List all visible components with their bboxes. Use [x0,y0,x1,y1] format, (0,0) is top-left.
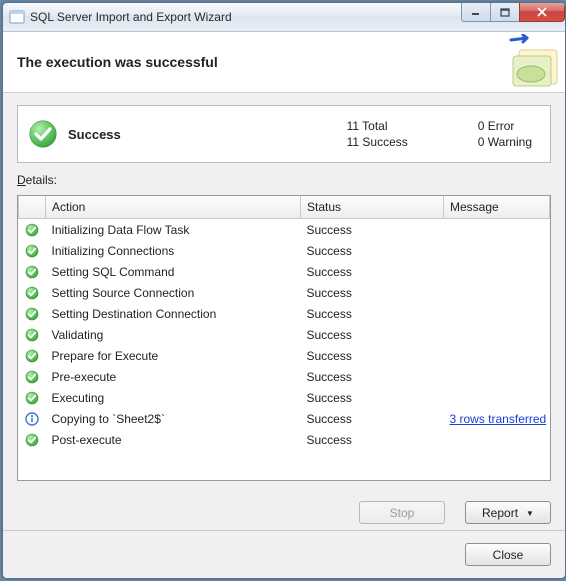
cell-status: Success [301,261,444,282]
info-icon [19,408,46,429]
cell-message [444,366,550,387]
cell-action: Validating [46,324,301,345]
cell-action: Setting Destination Connection [46,303,301,324]
table-row[interactable]: Prepare for ExecuteSuccess [19,345,550,366]
table-row[interactable]: ExecutingSuccess [19,387,550,408]
page-title: The execution was successful [17,54,218,70]
cell-status: Success [301,324,444,345]
cell-action: Initializing Data Flow Task [46,219,301,241]
cell-message [444,240,550,261]
cell-message [444,429,550,450]
table-row[interactable]: Initializing Data Flow TaskSuccess [19,219,550,241]
count-success: 11 Success [347,135,408,149]
minimize-button[interactable] [461,3,491,22]
count-total: 11 Total [347,119,408,133]
window-title: SQL Server Import and Export Wizard [30,10,232,24]
table-row[interactable]: Setting Destination ConnectionSuccess [19,303,550,324]
cell-status: Success [301,303,444,324]
cell-action: Setting SQL Command [46,261,301,282]
app-icon [9,9,25,25]
success-icon [19,261,46,282]
cell-action: Copying to `Sheet2$` [46,408,301,429]
action-buttons: Stop Report▼ [3,491,565,530]
wizard-window: SQL Server Import and Export Wizard The … [2,2,566,579]
count-error: 0 Error [478,119,532,133]
success-icon [19,345,46,366]
table-row[interactable]: Setting Source ConnectionSuccess [19,282,550,303]
header-area: The execution was successful [3,32,565,93]
cell-status: Success [301,429,444,450]
cell-action: Prepare for Execute [46,345,301,366]
cell-action: Executing [46,387,301,408]
cell-status: Success [301,345,444,366]
cell-status: Success [301,408,444,429]
cell-message [444,261,550,282]
cell-status: Success [301,282,444,303]
details-table: Action Status Message Initializing Data … [18,196,550,450]
details-table-wrap: Action Status Message Initializing Data … [17,195,551,481]
table-row[interactable]: Setting SQL CommandSuccess [19,261,550,282]
success-icon [19,219,46,241]
summary-counts: 11 Total 0 Error 11 Success 0 Warning [347,119,532,149]
cell-status: Success [301,219,444,241]
table-row[interactable]: ValidatingSuccess [19,324,550,345]
success-icon [19,240,46,261]
cell-message [444,324,550,345]
count-warning: 0 Warning [478,135,532,149]
col-status[interactable]: Status [301,196,444,219]
cell-message [444,282,550,303]
window-controls [462,3,565,22]
window-close-button[interactable] [519,3,565,22]
success-icon [19,282,46,303]
success-icon [19,429,46,450]
report-button[interactable]: Report▼ [465,501,551,524]
titlebar[interactable]: SQL Server Import and Export Wizard [3,3,565,32]
cell-action: Setting Source Connection [46,282,301,303]
cell-action: Pre-execute [46,366,301,387]
table-row[interactable]: Initializing ConnectionsSuccess [19,240,550,261]
table-row[interactable]: Pre-executeSuccess [19,366,550,387]
cell-action: Post-execute [46,429,301,450]
summary-box: Success 11 Total 0 Error 11 Success 0 Wa… [17,105,551,163]
cell-message [444,303,550,324]
cell-message: 3 rows transferred [444,408,550,429]
chevron-down-icon: ▼ [526,509,534,518]
message-link[interactable]: 3 rows transferred [450,412,547,426]
cell-status: Success [301,366,444,387]
success-icon [19,366,46,387]
body: Success 11 Total 0 Error 11 Success 0 Wa… [3,93,565,195]
maximize-button[interactable] [490,3,520,22]
cell-message [444,219,550,241]
cell-message [444,387,550,408]
cell-status: Success [301,387,444,408]
success-icon [19,324,46,345]
cell-status: Success [301,240,444,261]
table-row[interactable]: Post-executeSuccess [19,429,550,450]
header-graphic-icon [505,34,561,90]
cell-action: Initializing Connections [46,240,301,261]
stop-button: Stop [359,501,445,524]
success-icon [19,303,46,324]
success-icon [28,119,58,149]
col-icon[interactable] [19,196,46,219]
cell-message [444,345,550,366]
col-message[interactable]: Message [444,196,550,219]
success-icon [19,387,46,408]
footer-buttons: Close [3,530,565,578]
table-row[interactable]: Copying to `Sheet2$`Success 3 rows transf… [19,408,550,429]
summary-status: Success [68,127,347,142]
close-button[interactable]: Close [465,543,551,566]
details-label: Details: [17,173,551,187]
col-action[interactable]: Action [46,196,301,219]
